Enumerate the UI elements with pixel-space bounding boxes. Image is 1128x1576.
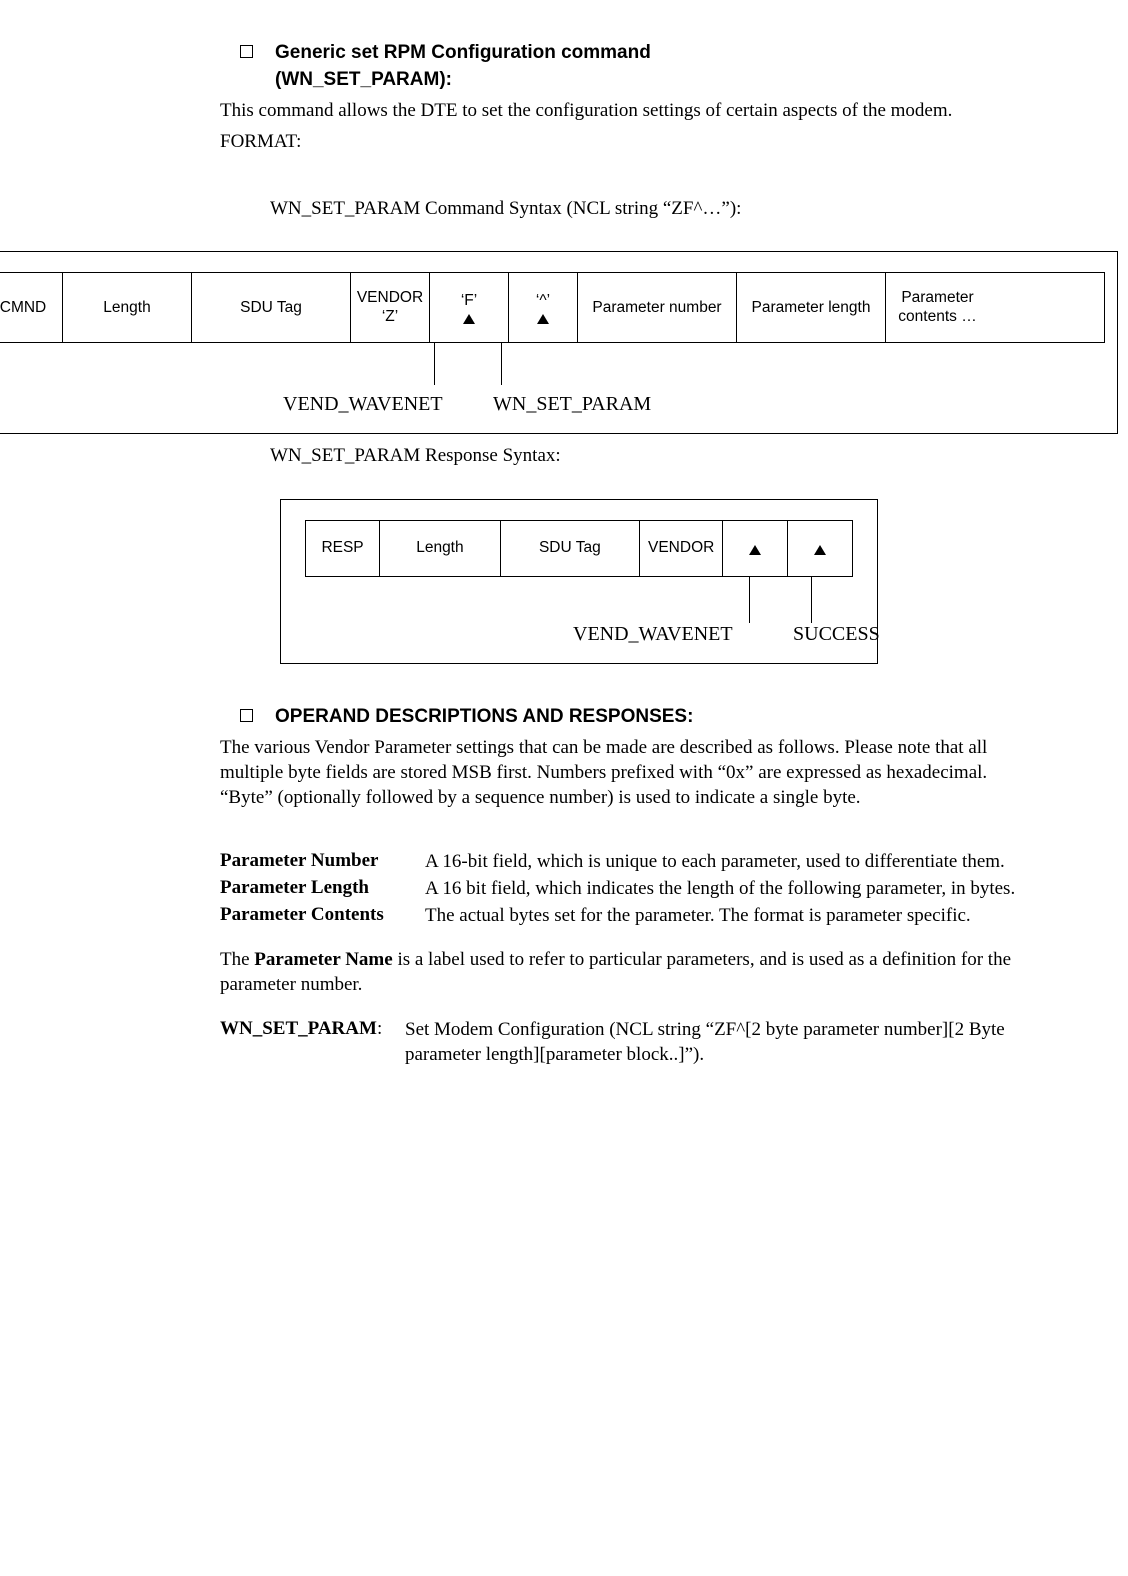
field-resp-sdu-tag: SDU Tag: [501, 521, 640, 576]
connector-line: [434, 343, 435, 385]
field-param-contents: Parameter contents …: [886, 273, 989, 342]
field-resp-empty1: [723, 521, 788, 576]
wn-set-param-def: WN_SET_PARAM: Set Modem Configuration (N…: [220, 1018, 1018, 1067]
field-param-number: Parameter number: [578, 273, 737, 342]
field-resp-empty2: [788, 521, 852, 576]
field-f: ‘F’: [430, 273, 509, 342]
field-f-val: ‘F’: [461, 292, 477, 311]
def-desc: A 16 bit field, which indicates the leng…: [425, 877, 1018, 902]
connector-line: [501, 343, 502, 385]
field-sdu-tag: SDU Tag: [192, 273, 351, 342]
square-bullet-icon: [240, 45, 253, 58]
heading-line1: Generic set RPM Configuration command: [275, 42, 651, 63]
arrow-up-icon: [749, 545, 761, 555]
field-resp: RESP: [306, 521, 380, 576]
def-row: Parameter Length A 16 bit field, which i…: [220, 877, 1018, 902]
field-vendor-z: VENDOR ‘Z’: [351, 273, 430, 342]
field-param-length: Parameter length: [737, 273, 886, 342]
field-param-contents-l1: Parameter: [901, 289, 973, 308]
parameter-name-paragraph: The Parameter Name is a label used to re…: [220, 948, 1018, 997]
parameter-definitions: Parameter Number A 16-bit field, which i…: [220, 850, 1018, 928]
label-resp-vend-wavenet: VEND_WAVENET: [573, 623, 733, 646]
def-term: Parameter Number: [220, 850, 425, 875]
def-desc: A 16-bit field, which is unique to each …: [425, 850, 1018, 875]
field-caret: ‘^’: [509, 273, 578, 342]
arrow-up-icon: [537, 314, 549, 324]
field-param-contents-l2: contents …: [898, 308, 976, 327]
format-label: FORMAT:: [220, 130, 1018, 155]
def-term: Parameter Length: [220, 877, 425, 902]
field-resp-vendor: VENDOR: [640, 521, 723, 576]
intro-paragraph: This command allows the DTE to set the c…: [220, 99, 1018, 124]
connector-line: [749, 577, 750, 623]
def-term: Parameter Contents: [220, 904, 425, 929]
field-length: Length: [63, 273, 192, 342]
operand-intro: The various Vendor Parameter settings th…: [220, 736, 1018, 810]
wn-set-param-term: WN_SET_PARAM:: [220, 1018, 405, 1067]
label-wn-set-param: WN_SET_PARAM: [493, 393, 651, 416]
cmd-field-row: CMND Length SDU Tag VENDOR ‘Z’ ‘F’ ‘^’ P…: [0, 272, 1105, 343]
bullet-operand-descriptions: OPERAND DESCRIPTIONS AND RESPONSES:: [240, 704, 1018, 731]
resp-syntax-diagram: RESP Length SDU Tag VENDOR VEND_WAVENET: [280, 499, 878, 664]
heading-line2: (WN_SET_PARAM):: [275, 69, 452, 90]
field-caret-val: ‘^’: [536, 292, 550, 311]
arrow-up-icon: [814, 545, 826, 555]
square-bullet-icon: [240, 709, 253, 722]
label-resp-success: SUCCESS: [793, 623, 880, 646]
def-row: Parameter Number A 16-bit field, which i…: [220, 850, 1018, 875]
connector-line: [811, 577, 812, 623]
field-vendor-label: VENDOR: [357, 289, 423, 308]
cmd-syntax-diagram: CMND Length SDU Tag VENDOR ‘Z’ ‘F’ ‘^’ P…: [0, 251, 1118, 434]
field-cmnd: CMND: [0, 273, 63, 342]
wn-set-param-desc: Set Modem Configuration (NCL string “ZF^…: [405, 1018, 1018, 1067]
def-desc: The actual bytes set for the parameter. …: [425, 904, 1018, 929]
resp-field-row: RESP Length SDU Tag VENDOR: [305, 520, 853, 577]
resp-syntax-title: WN_SET_PARAM Response Syntax:: [270, 444, 1018, 469]
def-row: Parameter Contents The actual bytes set …: [220, 904, 1018, 929]
param-name-bold: Parameter Name: [254, 949, 392, 970]
heading-operand: OPERAND DESCRIPTIONS AND RESPONSES:: [275, 704, 693, 731]
label-vend-wavenet: VEND_WAVENET: [283, 393, 443, 416]
bullet-generic-set-rpm: Generic set RPM Configuration command (W…: [240, 40, 1018, 93]
field-vendor-z-val: ‘Z’: [382, 308, 398, 327]
cmd-syntax-title: WN_SET_PARAM Command Syntax (NCL string …: [270, 197, 1018, 222]
field-resp-length: Length: [380, 521, 501, 576]
arrow-up-icon: [463, 314, 475, 324]
